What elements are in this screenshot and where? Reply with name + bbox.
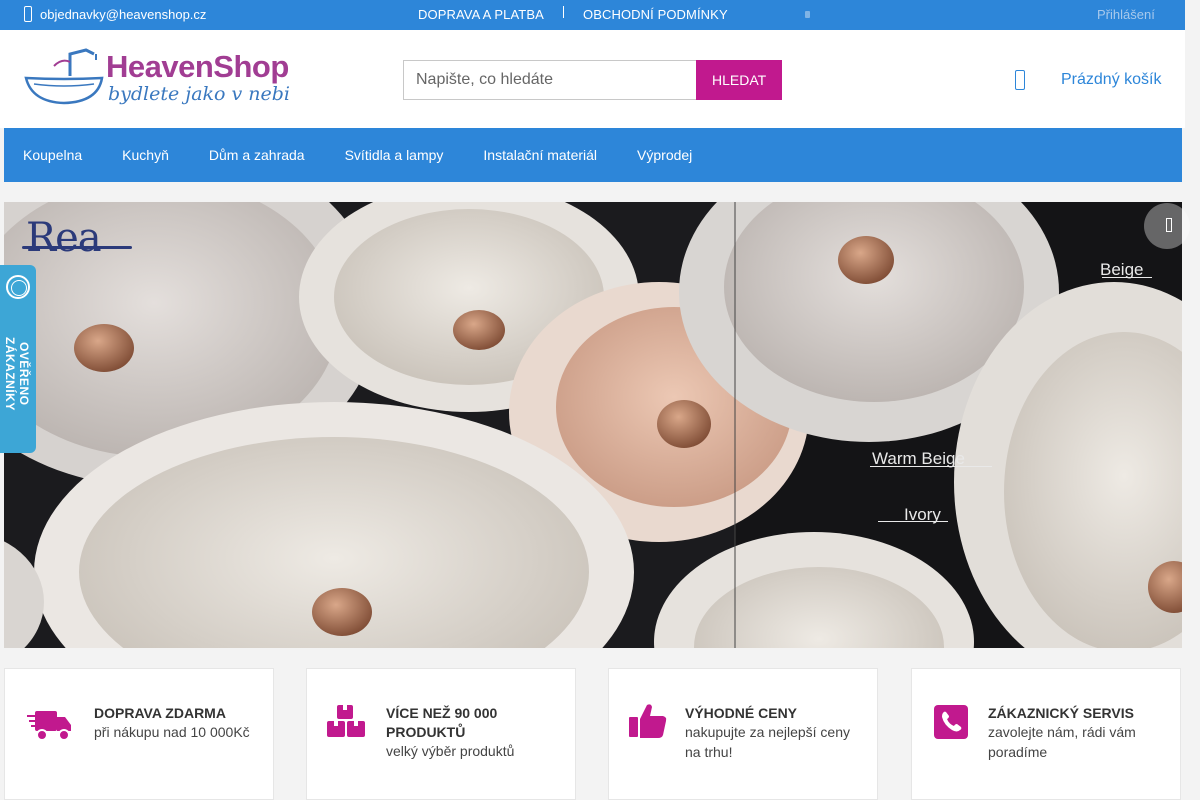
cart[interactable]: Prázdný košík: [1015, 70, 1161, 90]
verified-badge-text: OVĚŘENO ZÁKAZNÍKY: [3, 337, 31, 411]
phone-icon: [934, 705, 968, 739]
seal-icon: [6, 275, 30, 299]
nav-item-kuchyn[interactable]: Kuchyň: [122, 147, 169, 163]
banner-image: [4, 202, 1182, 648]
feature-title: DOPRAVA ZDARMA: [94, 705, 226, 721]
nav-item-instalacni-material[interactable]: Instalační materiál: [483, 147, 597, 163]
feature-customer-service: ZÁKAZNICKÝ SERVIS zavolejte nám, rádi vá…: [911, 668, 1181, 800]
header: HeavenShop bydlete jako v nebi HLEDAT Pr…: [0, 30, 1185, 128]
search-form: HLEDAT: [403, 60, 782, 100]
logo-tagline: bydlete jako v nebi: [108, 83, 291, 105]
category-nav: Koupelna Kuchyň Dům a zahrada Svítidla a…: [4, 128, 1182, 182]
verified-badge[interactable]: OVĚŘENO ZÁKAZNÍKY: [0, 265, 36, 453]
terms-link[interactable]: OBCHODNÍ PODMÍNKY: [583, 7, 728, 22]
feature-desc: velký výběr produktů: [386, 743, 515, 759]
boxes-icon: [327, 705, 365, 737]
nav-item-vyprodej[interactable]: Výprodej: [637, 147, 692, 163]
logo-name: HeavenShop: [106, 49, 289, 84]
login-link[interactable]: Přihlášení: [1097, 7, 1155, 22]
color-label-line: [878, 521, 948, 522]
top-bar: objednavky@heavenshop.cz DOPRAVA A PLATB…: [0, 0, 1185, 30]
mail-icon: [24, 6, 32, 22]
feature-desc: při nákupu nad 10 000Kč: [94, 724, 250, 740]
email-contact[interactable]: objednavky@heavenshop.cz: [24, 6, 206, 22]
logo[interactable]: HeavenShop bydlete jako v nebi: [24, 48, 291, 112]
hero-banner[interactable]: Rea Beige Warm Beige Ivory: [4, 202, 1182, 648]
brand-logo: Rea: [26, 215, 102, 261]
thumbs-up-icon: [629, 704, 667, 738]
feature-title: VÝHODNÉ CENY: [685, 705, 798, 721]
shipping-payment-link[interactable]: DOPRAVA A PLATBA: [418, 7, 544, 22]
email-link[interactable]: objednavky@heavenshop.cz: [40, 7, 206, 22]
slider-next-button[interactable]: [1144, 203, 1190, 249]
feature-title: ZÁKAZNICKÝ SERVIS: [988, 705, 1134, 721]
cart-icon: [1015, 70, 1025, 90]
color-label-line: [1102, 277, 1152, 278]
nav-item-koupelna[interactable]: Koupelna: [23, 147, 82, 163]
phone-icon: [805, 11, 810, 18]
chevron-right-icon: [1166, 218, 1172, 232]
feature-free-shipping: DOPRAVA ZDARMA při nákupu nad 10 000Kč: [4, 668, 274, 800]
feature-prices: VÝHODNÉ CENY nakupujte za nejlepší ceny …: [608, 668, 878, 800]
cart-label[interactable]: Prázdný košík: [1061, 71, 1161, 89]
nav-item-dum-a-zahrada[interactable]: Dům a zahrada: [209, 147, 305, 163]
color-label-ivory: Ivory: [904, 505, 941, 524]
nav-item-svitidla[interactable]: Svítidla a lampy: [345, 147, 444, 163]
search-input[interactable]: [403, 60, 697, 100]
feature-desc: zavolejte nám, rádi vám poradíme: [988, 724, 1136, 760]
color-label-line: [870, 466, 992, 467]
sink-logo-icon: [24, 48, 104, 105]
brand-swoosh: [22, 246, 132, 249]
search-button[interactable]: HLEDAT: [696, 60, 782, 100]
feature-desc: nakupujte za nejlepší ceny na trhu!: [685, 724, 850, 760]
truck-icon: [27, 711, 71, 741]
divider: [563, 6, 564, 18]
feature-products: VÍCE NEŽ 90 000 PRODUKTŮ velký výběr pro…: [306, 668, 576, 800]
feature-title: VÍCE NEŽ 90 000 PRODUKTŮ: [386, 705, 498, 740]
